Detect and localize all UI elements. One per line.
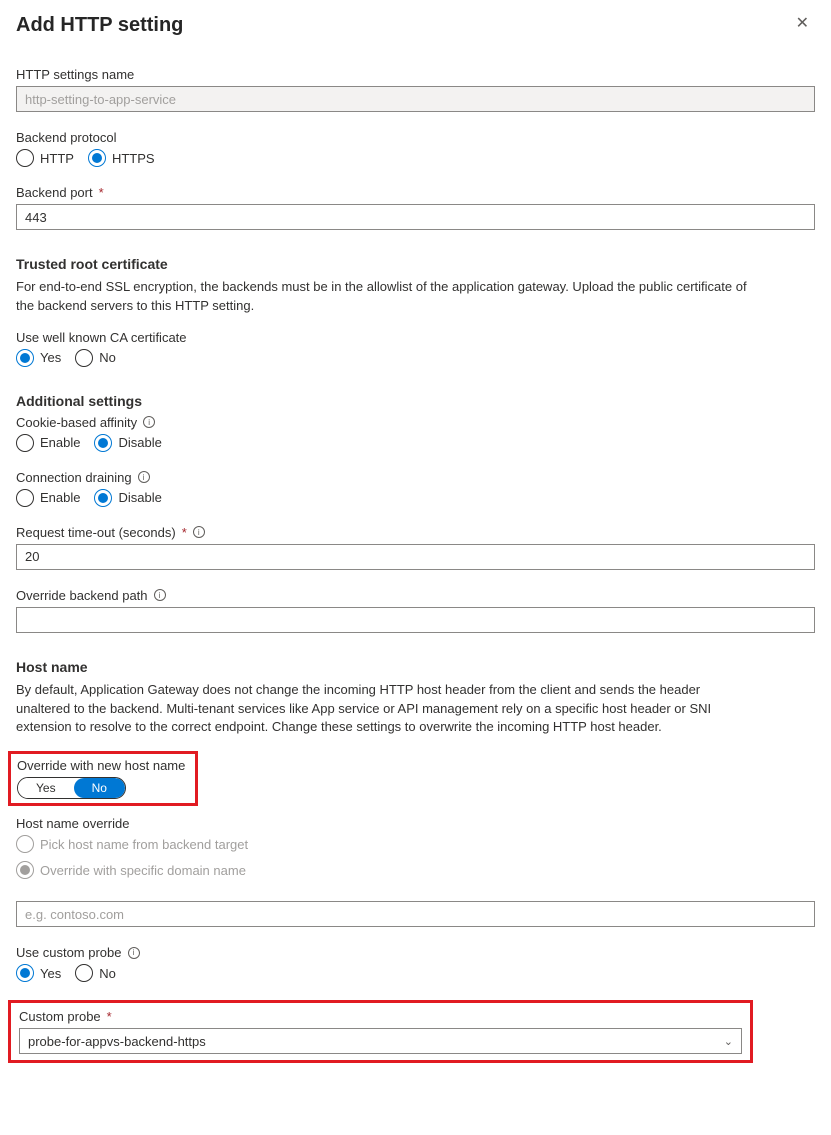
override-backend-path-label: Override backend path i	[16, 588, 815, 603]
custom-probe-highlight: Custom probe* probe-for-appvs-backend-ht…	[8, 1000, 753, 1063]
radio-label: Disable	[118, 490, 161, 505]
host-name-heading: Host name	[16, 659, 815, 675]
use-custom-probe-yes-radio[interactable]: Yes	[16, 964, 61, 982]
info-icon[interactable]: i	[193, 526, 205, 538]
radio-label: Enable	[40, 490, 80, 505]
pick-host-from-backend-radio: Pick host name from backend target	[16, 835, 815, 853]
custom-probe-select[interactable]: probe-for-appvs-backend-https ⌄	[19, 1028, 742, 1054]
override-specific-domain-radio: Override with specific domain name	[16, 861, 815, 879]
radio-label: Override with specific domain name	[40, 863, 246, 878]
trusted-root-heading: Trusted root certificate	[16, 256, 815, 272]
connection-draining-disable-radio[interactable]: Disable	[94, 489, 161, 507]
radio-label: Pick host name from backend target	[40, 837, 248, 852]
cookie-affinity-disable-radio[interactable]: Disable	[94, 434, 161, 452]
radio-label: Disable	[118, 435, 161, 450]
page-title: Add HTTP setting	[16, 14, 183, 37]
request-timeout-input[interactable]	[16, 544, 815, 570]
custom-probe-value: probe-for-appvs-backend-https	[28, 1034, 206, 1049]
backend-port-input[interactable]	[16, 204, 815, 230]
override-backend-path-input[interactable]	[16, 607, 815, 633]
well-known-ca-label: Use well known CA certificate	[16, 330, 815, 345]
cookie-affinity-label: Cookie-based affinity i	[16, 415, 815, 430]
connection-draining-enable-radio[interactable]: Enable	[16, 489, 80, 507]
override-host-label: Override with new host name	[17, 758, 189, 773]
info-icon[interactable]: i	[138, 471, 150, 483]
use-custom-probe-no-radio[interactable]: No	[75, 964, 116, 982]
close-icon[interactable]: ✕	[790, 14, 815, 34]
http-settings-name-input[interactable]	[16, 86, 815, 112]
connection-draining-label: Connection draining i	[16, 470, 815, 485]
override-host-toggle[interactable]: Yes No	[17, 777, 126, 799]
info-icon[interactable]: i	[128, 947, 140, 959]
radio-label: Yes	[40, 350, 61, 365]
chevron-down-icon: ⌄	[724, 1035, 733, 1048]
backend-protocol-http-radio[interactable]: HTTP	[16, 149, 74, 167]
specific-domain-input[interactable]	[16, 901, 815, 927]
override-host-no[interactable]: No	[74, 778, 125, 798]
info-icon[interactable]: i	[143, 416, 155, 428]
additional-settings-heading: Additional settings	[16, 393, 815, 409]
radio-label: HTTP	[40, 151, 74, 166]
info-icon[interactable]: i	[154, 589, 166, 601]
trusted-root-description: For end-to-end SSL encryption, the backe…	[16, 278, 756, 316]
well-known-ca-yes-radio[interactable]: Yes	[16, 349, 61, 367]
override-host-yes[interactable]: Yes	[18, 778, 74, 798]
override-host-highlight: Override with new host name Yes No	[8, 751, 198, 806]
backend-port-label: Backend port*	[16, 185, 815, 200]
host-name-description: By default, Application Gateway does not…	[16, 681, 756, 738]
cookie-affinity-enable-radio[interactable]: Enable	[16, 434, 80, 452]
required-asterisk: *	[182, 525, 187, 540]
request-timeout-label: Request time-out (seconds)* i	[16, 525, 815, 540]
radio-label: Enable	[40, 435, 80, 450]
radio-label: No	[99, 350, 116, 365]
use-custom-probe-label: Use custom probe i	[16, 945, 815, 960]
required-asterisk: *	[99, 185, 104, 200]
custom-probe-label: Custom probe*	[19, 1009, 742, 1024]
radio-label: HTTPS	[112, 151, 155, 166]
required-asterisk: *	[107, 1009, 112, 1024]
http-settings-name-label: HTTP settings name	[16, 67, 815, 82]
radio-label: No	[99, 966, 116, 981]
radio-label: Yes	[40, 966, 61, 981]
well-known-ca-no-radio[interactable]: No	[75, 349, 116, 367]
host-name-override-label: Host name override	[16, 816, 815, 831]
backend-protocol-https-radio[interactable]: HTTPS	[88, 149, 155, 167]
backend-protocol-label: Backend protocol	[16, 130, 815, 145]
